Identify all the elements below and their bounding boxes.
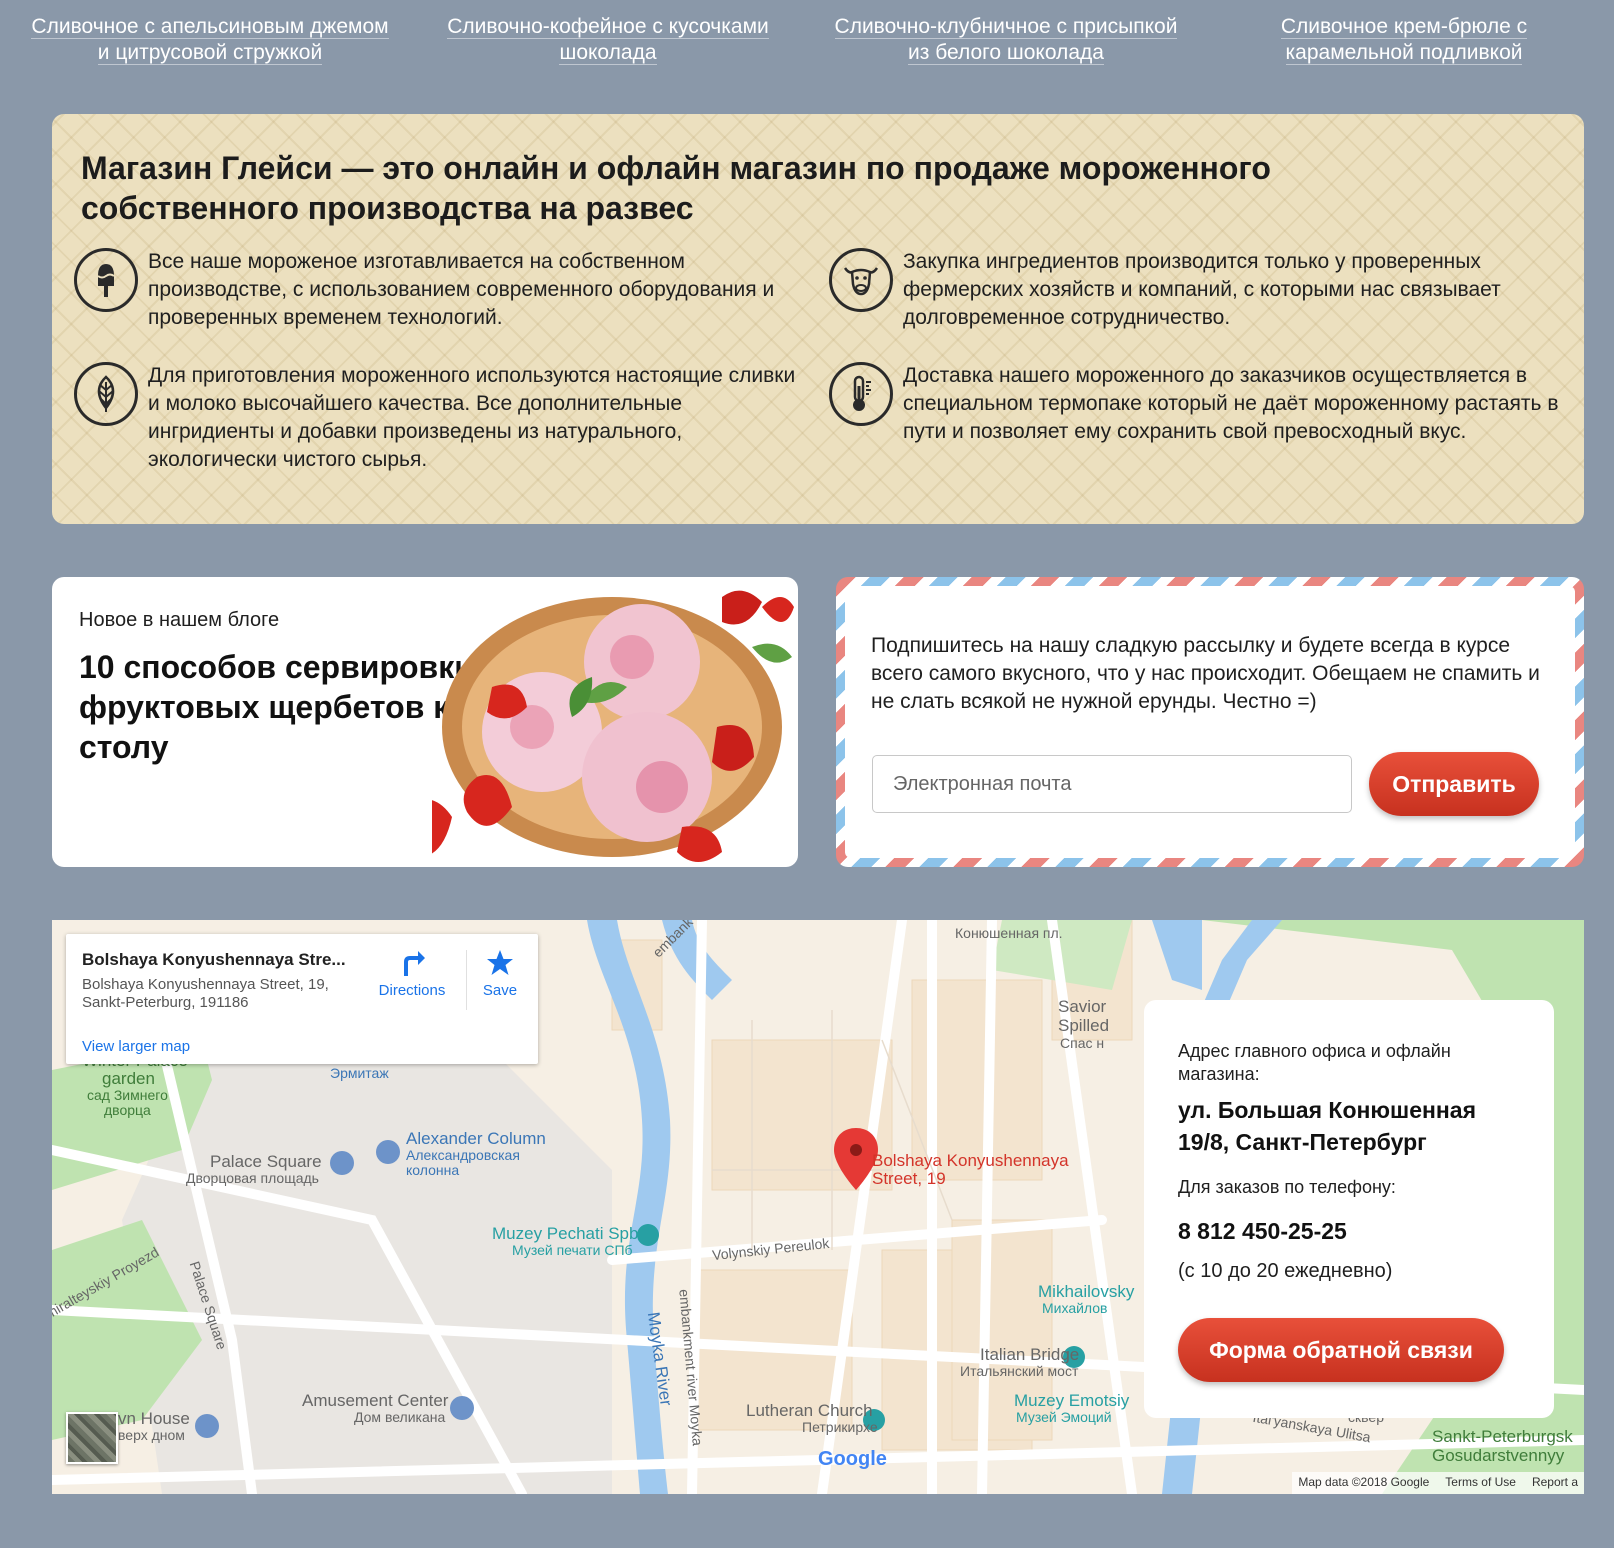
map-pin-label: Bolshaya Konyushennaya <box>872 1151 1069 1170</box>
map-pin-label: Street, 19 <box>872 1169 946 1188</box>
google-logo-text: Google <box>818 1448 887 1470</box>
map-footer: Map data ©2018 Google Terms of Use Repor… <box>1292 1472 1584 1494</box>
map-label: Дворцовая площадь <box>186 1170 319 1186</box>
newsletter-card: Подпишитесь на нашу сладкую рассылку и б… <box>836 577 1584 867</box>
feature-production: Все наше мороженое изготавливается на со… <box>74 248 804 332</box>
report-link[interactable]: Report a <box>1532 1475 1578 1491</box>
map-label: Amusement Center <box>302 1391 449 1410</box>
map-label: Italian Bridge <box>980 1345 1080 1364</box>
map-label: Михайлов <box>1042 1300 1108 1316</box>
map-attribution: Map data ©2018 Google <box>1298 1475 1430 1489</box>
map-label: сад Зимнего <box>87 1087 168 1103</box>
map-label: Lutheran Church <box>746 1401 873 1420</box>
satellite-toggle[interactable] <box>66 1412 118 1464</box>
feedback-form-button[interactable]: Форма обратной связи <box>1178 1318 1504 1382</box>
map-label: Музей Эмоций <box>1016 1409 1112 1425</box>
map-label: garden <box>102 1069 155 1088</box>
map-label: Петрикирхе <box>802 1419 878 1435</box>
map-label: Эрмитаж <box>330 1065 389 1081</box>
newsletter-text: Подпишитесь на нашу сладкую рассылку и б… <box>871 634 1540 713</box>
save-button[interactable]: Save <box>470 948 530 999</box>
phone-number[interactable]: 8 812 450-25-25 <box>1178 1218 1347 1245</box>
map-label: Александровская <box>406 1147 520 1163</box>
flavor-link-orange[interactable]: Сливочное с апельсиновым джемом и цитрус… <box>30 14 390 74</box>
email-field[interactable] <box>872 755 1352 813</box>
map-label: Sankt-Peterburgsk <box>1432 1427 1573 1446</box>
map-label: Savior <box>1058 997 1107 1016</box>
map-label: Итальянский мост <box>960 1363 1079 1379</box>
map-label: дворца <box>104 1102 151 1118</box>
flavor-link-coffee[interactable]: Сливочно-кофейное с кусочками шоколада <box>428 14 788 74</box>
about-panel: Магазин Глейси — это онлайн и офлайн маг… <box>52 114 1584 524</box>
submit-button[interactable]: Отправить <box>1369 752 1539 816</box>
feature-text: Для приготовления мороженного используют… <box>148 364 796 471</box>
address-label: Адрес главного офиса и офлайн магазина: <box>1178 1041 1451 1084</box>
map-label: Muzey Pechati Spb <box>492 1224 639 1243</box>
feature-text: Доставка нашего мороженного до заказчико… <box>903 364 1559 443</box>
map-place-card: Bolshaya Konyushennaya Stre... Bolshaya … <box>66 934 538 1064</box>
map-label: верх дном <box>118 1427 185 1443</box>
terms-link[interactable]: Terms of Use <box>1445 1475 1516 1491</box>
directions-label: Directions <box>378 982 446 999</box>
directions-icon <box>404 951 425 976</box>
place-title: Bolshaya Konyushennaya Stre... <box>82 950 346 969</box>
map[interactable]: Конюшенная пл. Savior Spilled Спас н Эрм… <box>52 920 1584 1494</box>
save-label: Save <box>482 982 518 999</box>
place-address: Bolshaya Konyushennaya Street, 19, Sankt… <box>82 976 329 1011</box>
map-label: колонна <box>406 1162 460 1178</box>
feature-delivery: Доставка нашего мороженного до заказчико… <box>829 362 1569 446</box>
map-label: Дом великана <box>354 1409 446 1425</box>
map-label: Muzey Emotsiy <box>1014 1391 1130 1410</box>
office-address: ул. Большая Конюшенная 19/8, Санкт-Петер… <box>1178 1097 1476 1155</box>
phone-label: Для заказов по телефону: <box>1178 1177 1396 1197</box>
feature-text: Закупка ингредиентов производится только… <box>903 250 1501 329</box>
popsicle-icon <box>74 248 138 312</box>
map-label: Gosudarstvennyy <box>1432 1446 1565 1465</box>
divider <box>466 950 467 1010</box>
map-label: Spilled <box>1058 1016 1110 1035</box>
blog-post-title[interactable]: 10 способов сервировки фруктовых щербето… <box>79 647 479 767</box>
blog-kicker: Новое в нашем блоге <box>79 609 280 631</box>
directions-button[interactable]: Directions <box>360 948 464 999</box>
contact-card: Адрес главного офиса и офлайн магазина: … <box>1144 1000 1554 1418</box>
cow-icon <box>829 248 893 312</box>
thermometer-icon <box>829 362 893 426</box>
view-larger-map-link[interactable]: View larger map <box>82 1038 190 1055</box>
map-label: Конюшенная пл. <box>955 925 1063 941</box>
star-icon <box>487 950 513 975</box>
blog-card[interactable]: Новое в нашем блоге 10 способов сервиров… <box>52 577 798 867</box>
newsletter-inner: Подпишитесь на нашу сладкую рассылку и б… <box>845 586 1575 858</box>
flavor-links: Сливочное с апельсиновым джемом и цитрус… <box>30 14 1584 74</box>
google-logo: Google <box>818 1448 887 1471</box>
map-label: Palace Square <box>210 1152 322 1171</box>
leaf-icon <box>74 362 138 426</box>
flavor-link-creme-brulee[interactable]: Сливочное крем-брюле с карамельной подли… <box>1224 14 1584 74</box>
map-label: Спас н <box>1060 1035 1105 1051</box>
map-label: Alexander Column <box>406 1129 546 1148</box>
feature-text: Все наше мороженое изготавливается на со… <box>148 250 775 329</box>
map-label: Музей печати СПб <box>512 1242 633 1258</box>
ice-cream-image <box>432 590 794 862</box>
map-label: Mikhailovsky <box>1038 1282 1135 1301</box>
about-title: Магазин Глейси — это онлайн и офлайн маг… <box>81 150 1271 226</box>
feature-natural: Для приготовления мороженного используют… <box>74 362 804 474</box>
feature-ingredients: Закупка ингредиентов производится только… <box>829 248 1569 332</box>
map-label: vn House <box>118 1409 190 1428</box>
opening-hours: (с 10 до 20 ежедневно) <box>1178 1260 1393 1282</box>
flavor-link-strawberry[interactable]: Сливочно-клубничное с присыпкой из белог… <box>826 14 1186 74</box>
